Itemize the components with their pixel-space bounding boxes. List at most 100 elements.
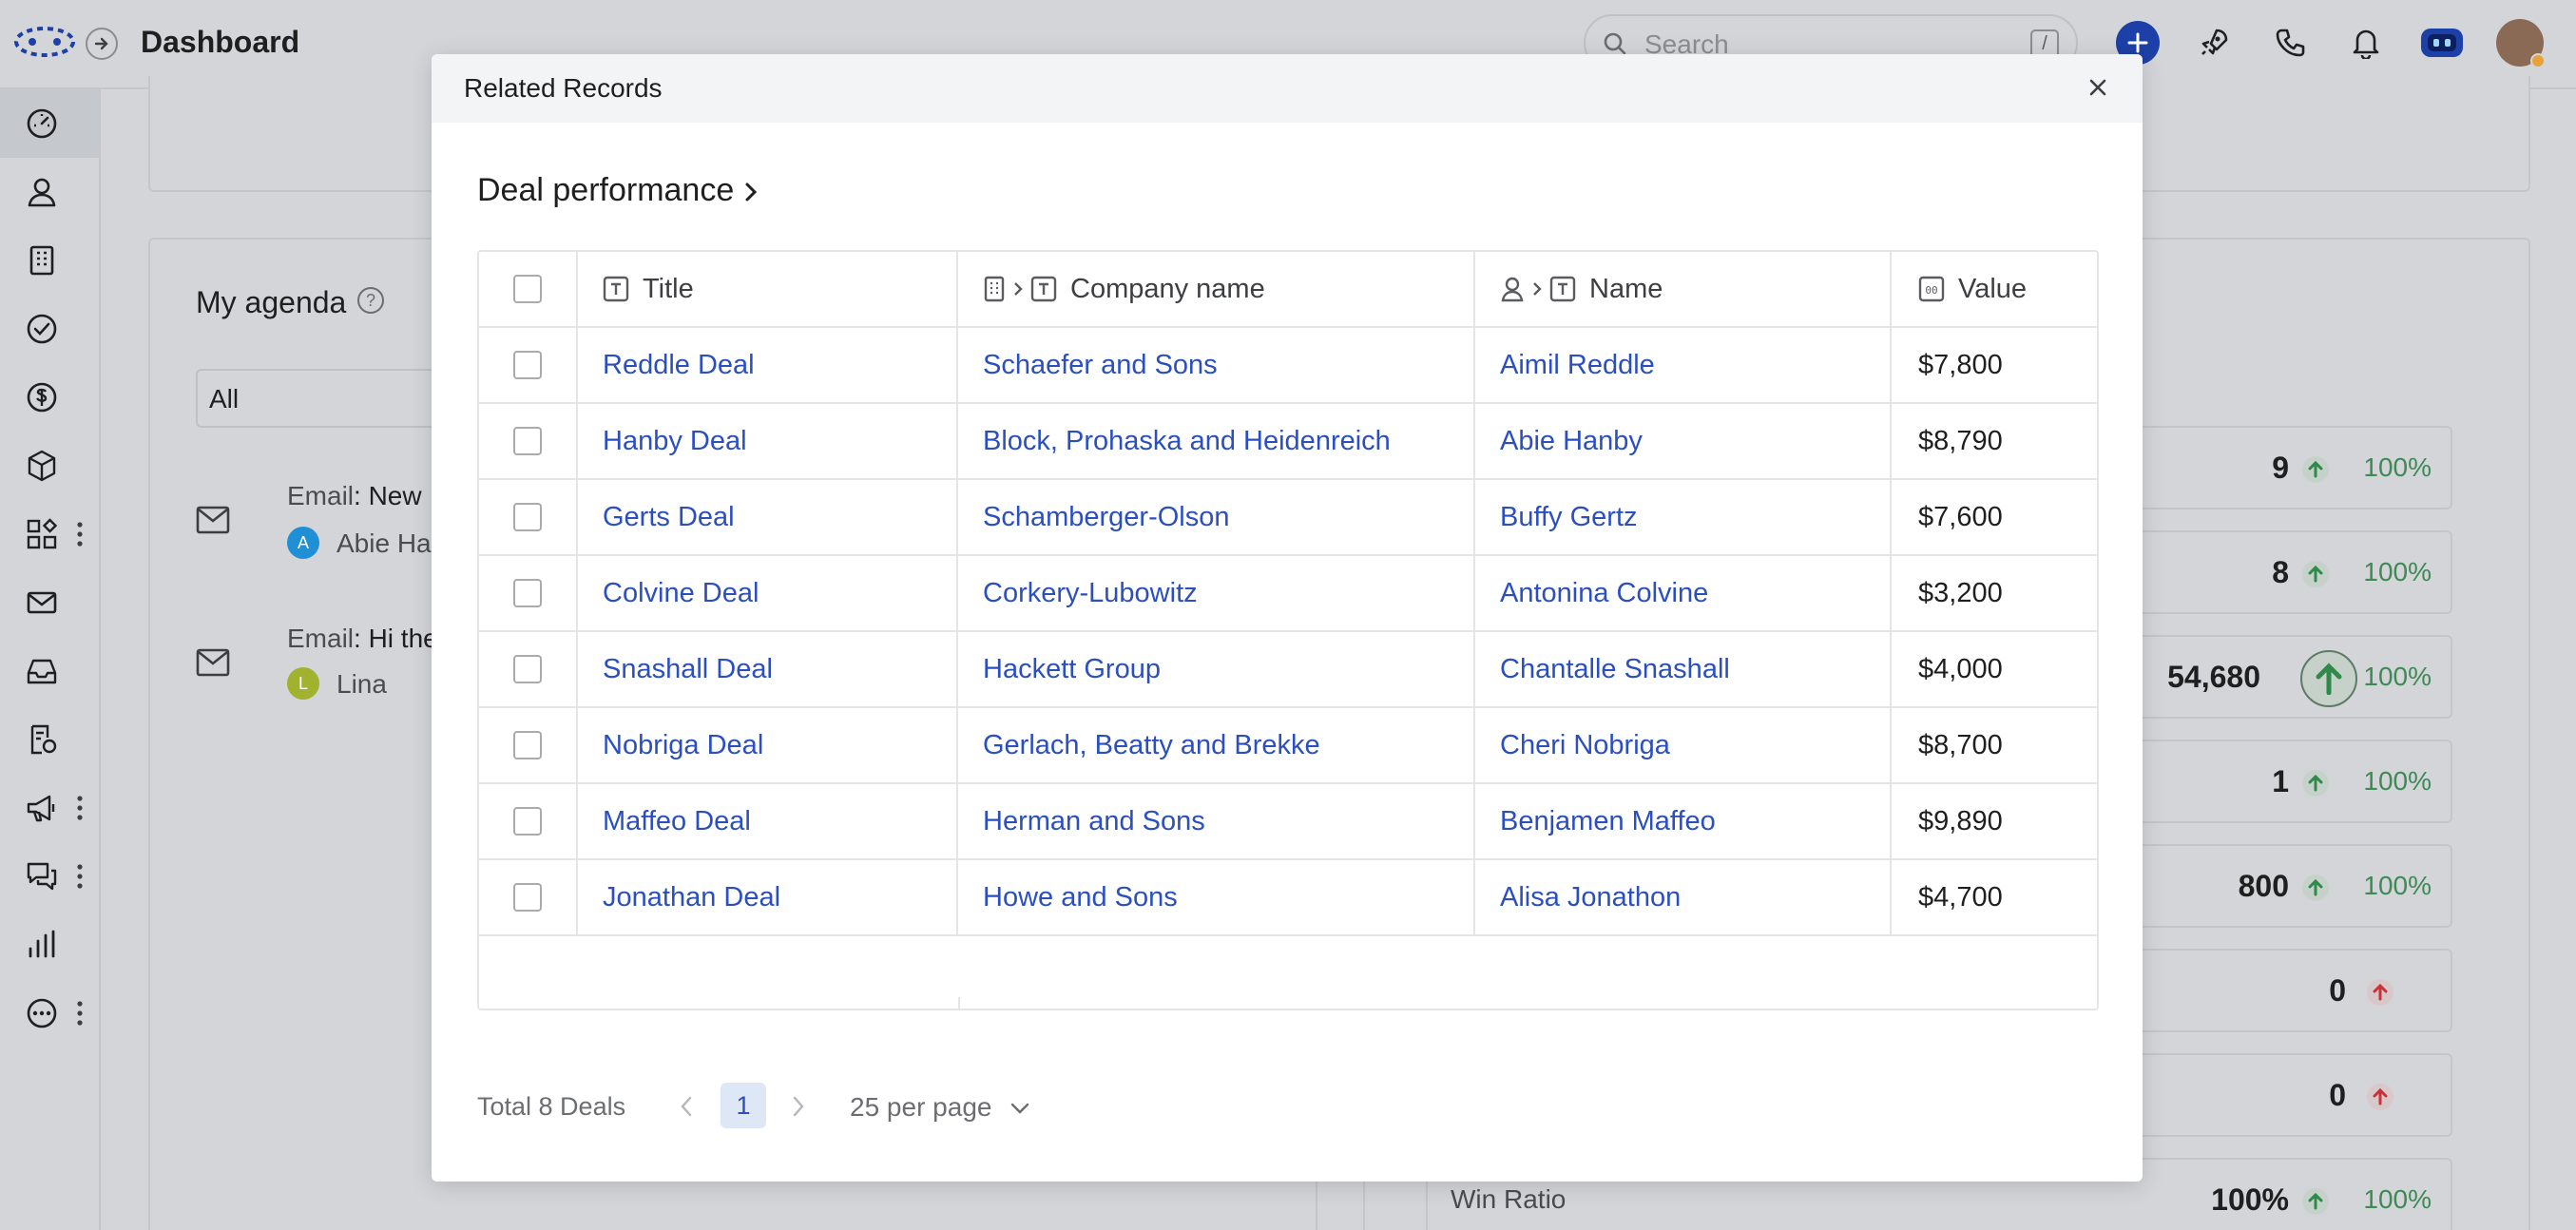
column-header-value[interactable]: 00 Value xyxy=(1892,252,2097,326)
rocket-button[interactable] xyxy=(2192,21,2236,65)
column-header-company[interactable]: Company name xyxy=(958,252,1475,326)
more-vertical-icon[interactable] xyxy=(76,1000,84,1027)
table-row[interactable]: Reddle Deal Schaefer and Sons Aimil Redd… xyxy=(479,328,2097,404)
deal-title-link[interactable]: Gerts Deal xyxy=(578,480,958,554)
column-header-name[interactable]: Name xyxy=(1475,252,1892,326)
agenda-item-person[interactable]: Abie Ha xyxy=(336,529,432,559)
row-checkbox[interactable] xyxy=(513,427,542,455)
contact-name-link[interactable]: Cheri Nobriga xyxy=(1475,708,1892,782)
close-icon[interactable] xyxy=(2086,75,2110,100)
user-icon xyxy=(28,178,56,207)
sidebar-item-contacts[interactable] xyxy=(0,158,101,226)
sidebar-item-inbox[interactable] xyxy=(0,637,101,705)
contact-name-link[interactable]: Antonina Colvine xyxy=(1475,556,1892,630)
row-checkbox[interactable] xyxy=(513,655,542,683)
contact-name-link[interactable]: Chantalle Snashall xyxy=(1475,632,1892,706)
page-number-button[interactable]: 1 xyxy=(721,1083,766,1128)
sidebar-item-deals[interactable] xyxy=(0,363,101,432)
row-checkbox[interactable] xyxy=(513,731,542,759)
company-name-link[interactable]: Gerlach, Beatty and Brekke xyxy=(958,708,1475,782)
table-row[interactable]: Maffeo Deal Herman and Sons Benjamen Maf… xyxy=(479,784,2097,860)
column-header-title[interactable]: Title xyxy=(578,252,958,326)
chevron-down-icon[interactable] xyxy=(1009,1102,1030,1115)
page-title: Dashboard xyxy=(141,25,300,59)
company-name-link[interactable]: Block, Prohaska and Heidenreich xyxy=(958,404,1475,478)
more-vertical-icon[interactable] xyxy=(76,863,84,890)
row-checkbox[interactable] xyxy=(513,579,542,607)
sidebar-item-conversations[interactable] xyxy=(0,842,101,911)
deal-title-link[interactable]: Jonathan Deal xyxy=(578,860,958,934)
sidebar-item-apps[interactable] xyxy=(0,500,101,568)
agenda-item-subject[interactable]: Email: New xyxy=(287,481,422,511)
arrow-up-icon xyxy=(2367,979,2393,1006)
contact-name-link[interactable]: Alisa Jonathon xyxy=(1475,860,1892,934)
user-avatar[interactable] xyxy=(2496,19,2546,68)
more-vertical-icon[interactable] xyxy=(76,521,84,548)
company-name-link[interactable]: Schamberger-Olson xyxy=(958,480,1475,554)
contact-name-link[interactable]: Abie Hanby xyxy=(1475,404,1892,478)
text-field-icon xyxy=(1030,276,1057,302)
sidebar-item-contracts[interactable] xyxy=(0,705,101,774)
inbox-icon xyxy=(27,659,57,684)
agenda-filter-select[interactable]: All xyxy=(196,369,462,428)
table-row[interactable]: Gerts Deal Schamberger-Olson Buffy Gertz… xyxy=(479,480,2097,556)
agenda-item-person[interactable]: Lina xyxy=(336,669,387,700)
table-row[interactable]: Hanby Deal Block, Prohaska and Heidenrei… xyxy=(479,404,2097,480)
ai-assistant-button[interactable] xyxy=(2420,21,2464,65)
chevron-left-icon[interactable] xyxy=(679,1094,694,1119)
help-icon[interactable]: ? xyxy=(357,287,384,314)
select-all-checkbox[interactable] xyxy=(513,275,542,303)
sidebar xyxy=(0,89,101,1230)
more-vertical-icon[interactable] xyxy=(76,795,84,821)
sidebar-item-email[interactable] xyxy=(0,568,101,637)
deal-title-link[interactable]: Hanby Deal xyxy=(578,404,958,478)
table-row[interactable]: Nobriga Deal Gerlach, Beatty and Brekke … xyxy=(479,708,2097,784)
company-name-link[interactable]: Schaefer and Sons xyxy=(958,328,1475,402)
contact-name-link[interactable]: Buffy Gertz xyxy=(1475,480,1892,554)
bot-icon xyxy=(2421,29,2463,57)
row-checkbox[interactable] xyxy=(513,807,542,836)
app-logo-icon[interactable] xyxy=(13,25,76,59)
apps-icon xyxy=(27,518,58,549)
sidebar-item-dashboard[interactable] xyxy=(0,89,101,158)
sidebar-item-companies[interactable] xyxy=(0,226,101,295)
notifications-button[interactable] xyxy=(2344,21,2388,65)
sidebar-item-reports[interactable] xyxy=(0,911,101,979)
modal-title: Related Records xyxy=(464,73,663,103)
contact-name-link[interactable]: Aimil Reddle xyxy=(1475,328,1892,402)
stat-percent: 100% xyxy=(2363,871,2432,900)
arrow-up-icon xyxy=(2302,770,2329,797)
sidebar-toggle-button[interactable] xyxy=(86,28,118,60)
row-checkbox[interactable] xyxy=(513,883,542,912)
phone-button[interactable] xyxy=(2268,21,2312,65)
table-row[interactable]: Jonathan Deal Howe and Sons Alisa Jonath… xyxy=(479,860,2097,936)
company-name-link[interactable]: Hackett Group xyxy=(958,632,1475,706)
svg-text:00: 00 xyxy=(1925,284,1937,297)
deal-title-link[interactable]: Snashall Deal xyxy=(578,632,958,706)
section-title-link[interactable]: Deal performance xyxy=(477,172,734,209)
company-name-link[interactable]: Herman and Sons xyxy=(958,784,1475,858)
sidebar-item-tasks[interactable] xyxy=(0,295,101,363)
chevron-right-icon[interactable] xyxy=(791,1094,806,1119)
contact-name-link[interactable]: Benjamen Maffeo xyxy=(1475,784,1892,858)
chevron-right-icon[interactable] xyxy=(741,180,760,204)
deal-title-link[interactable]: Reddle Deal xyxy=(578,328,958,402)
row-checkbox[interactable] xyxy=(513,351,542,379)
table-row[interactable]: Colvine Deal Corkery-Lubowitz Antonina C… xyxy=(479,556,2097,632)
per-page-select[interactable]: 25 per page xyxy=(850,1092,991,1123)
deal-title-link[interactable]: Maffeo Deal xyxy=(578,784,958,858)
row-checkbox[interactable] xyxy=(513,503,542,531)
company-name-link[interactable]: Corkery-Lubowitz xyxy=(958,556,1475,630)
sidebar-item-more[interactable] xyxy=(0,979,101,1047)
deal-title-link[interactable]: Nobriga Deal xyxy=(578,708,958,782)
table-header: Title Company name Name 00 Value xyxy=(479,252,2097,328)
sidebar-item-campaigns[interactable] xyxy=(0,774,101,842)
table-row[interactable]: Snashall Deal Hackett Group Chantalle Sn… xyxy=(479,632,2097,708)
agenda-item-subject[interactable]: Email: Hi the xyxy=(287,624,438,654)
sidebar-item-products[interactable] xyxy=(0,432,101,500)
company-name-link[interactable]: Howe and Sons xyxy=(958,860,1475,934)
stat-value: 0 xyxy=(2329,973,2346,1008)
stat-percent: 100% xyxy=(2363,766,2432,796)
deal-title-link[interactable]: Colvine Deal xyxy=(578,556,958,630)
stat-value: 100% xyxy=(2211,1182,2289,1217)
